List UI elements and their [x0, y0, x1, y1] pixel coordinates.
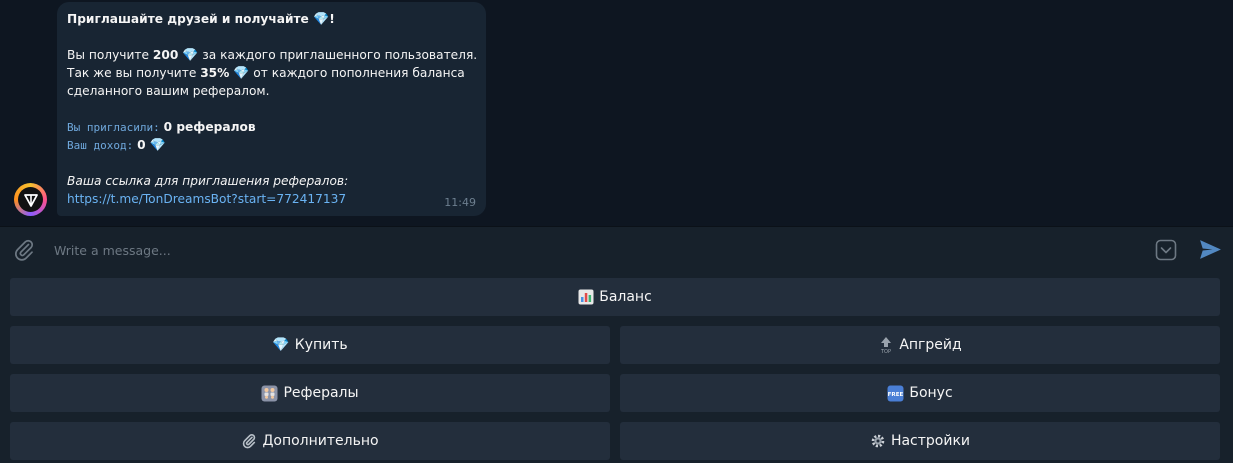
paperclip-icon — [241, 433, 257, 449]
message-line-3: сделанного вашим рефералом. — [67, 84, 270, 98]
settings-button[interactable]: Настройки — [620, 422, 1220, 460]
gem-icon: 💎 — [149, 138, 166, 153]
keyboard-icon[interactable] — [1154, 238, 1178, 262]
buy-button[interactable]: 💎 Купить — [10, 326, 610, 364]
family-icon — [261, 385, 278, 402]
chart-icon — [578, 289, 594, 305]
message-title: Приглашайте друзей и получайте 💎! — [67, 12, 335, 27]
composer — [0, 226, 1233, 271]
income-row: Ваш доход: 0 💎 — [67, 136, 476, 154]
chat-area: Приглашайте друзей и получайте 💎! Вы пол… — [0, 0, 1233, 226]
ton-logo-icon — [23, 193, 38, 207]
gear-icon — [870, 433, 886, 449]
top-arrow-icon: TOP — [878, 336, 894, 354]
gem-icon: 💎 — [313, 12, 330, 27]
bonus-button[interactable]: FREE Бонус — [620, 374, 1220, 412]
gem-icon: 💎 — [272, 337, 290, 353]
invited-label: Вы пригласили: — [67, 121, 160, 134]
paperclip-icon[interactable] — [12, 238, 36, 262]
bot-avatar[interactable] — [14, 183, 47, 216]
reply-keyboard: Баланс 💎 Купить TOP Апгрейд Рефералы FRE… — [0, 271, 1233, 463]
referrals-button[interactable]: Рефералы — [10, 374, 610, 412]
invited-row: Вы пригласили: 0 рефералов — [67, 118, 476, 136]
link-label: Ваша ссылка для приглашения рефералов: — [67, 174, 349, 188]
message-bubble: Приглашайте друзей и получайте 💎! Вы пол… — [57, 2, 486, 216]
svg-text:TOP: TOP — [880, 349, 891, 354]
message-input[interactable] — [52, 239, 1056, 261]
gem-icon: 💎 — [233, 66, 250, 81]
message-reward-line: Вы получите 200 💎 за каждого приглашенно… — [67, 48, 478, 63]
balance-button[interactable]: Баланс — [10, 278, 1220, 316]
message-time: 11:49 — [444, 196, 476, 209]
upgrade-button[interactable]: TOP Апгрейд — [620, 326, 1220, 364]
extra-button[interactable]: Дополнительно — [10, 422, 610, 460]
gem-icon: 💎 — [182, 48, 199, 63]
income-value: 0 — [137, 138, 146, 152]
message-percent-line: Так же вы получите 35% 💎 от каждого попо… — [67, 66, 465, 81]
invited-value: 0 рефералов — [163, 120, 256, 134]
income-label: Ваш доход: — [67, 139, 134, 152]
free-icon: FREE — [887, 385, 904, 402]
referral-link[interactable]: https://t.me/TonDreamsBot?start=77241713… — [67, 190, 476, 208]
svg-text:FREE: FREE — [888, 392, 904, 398]
send-icon[interactable] — [1198, 237, 1223, 262]
